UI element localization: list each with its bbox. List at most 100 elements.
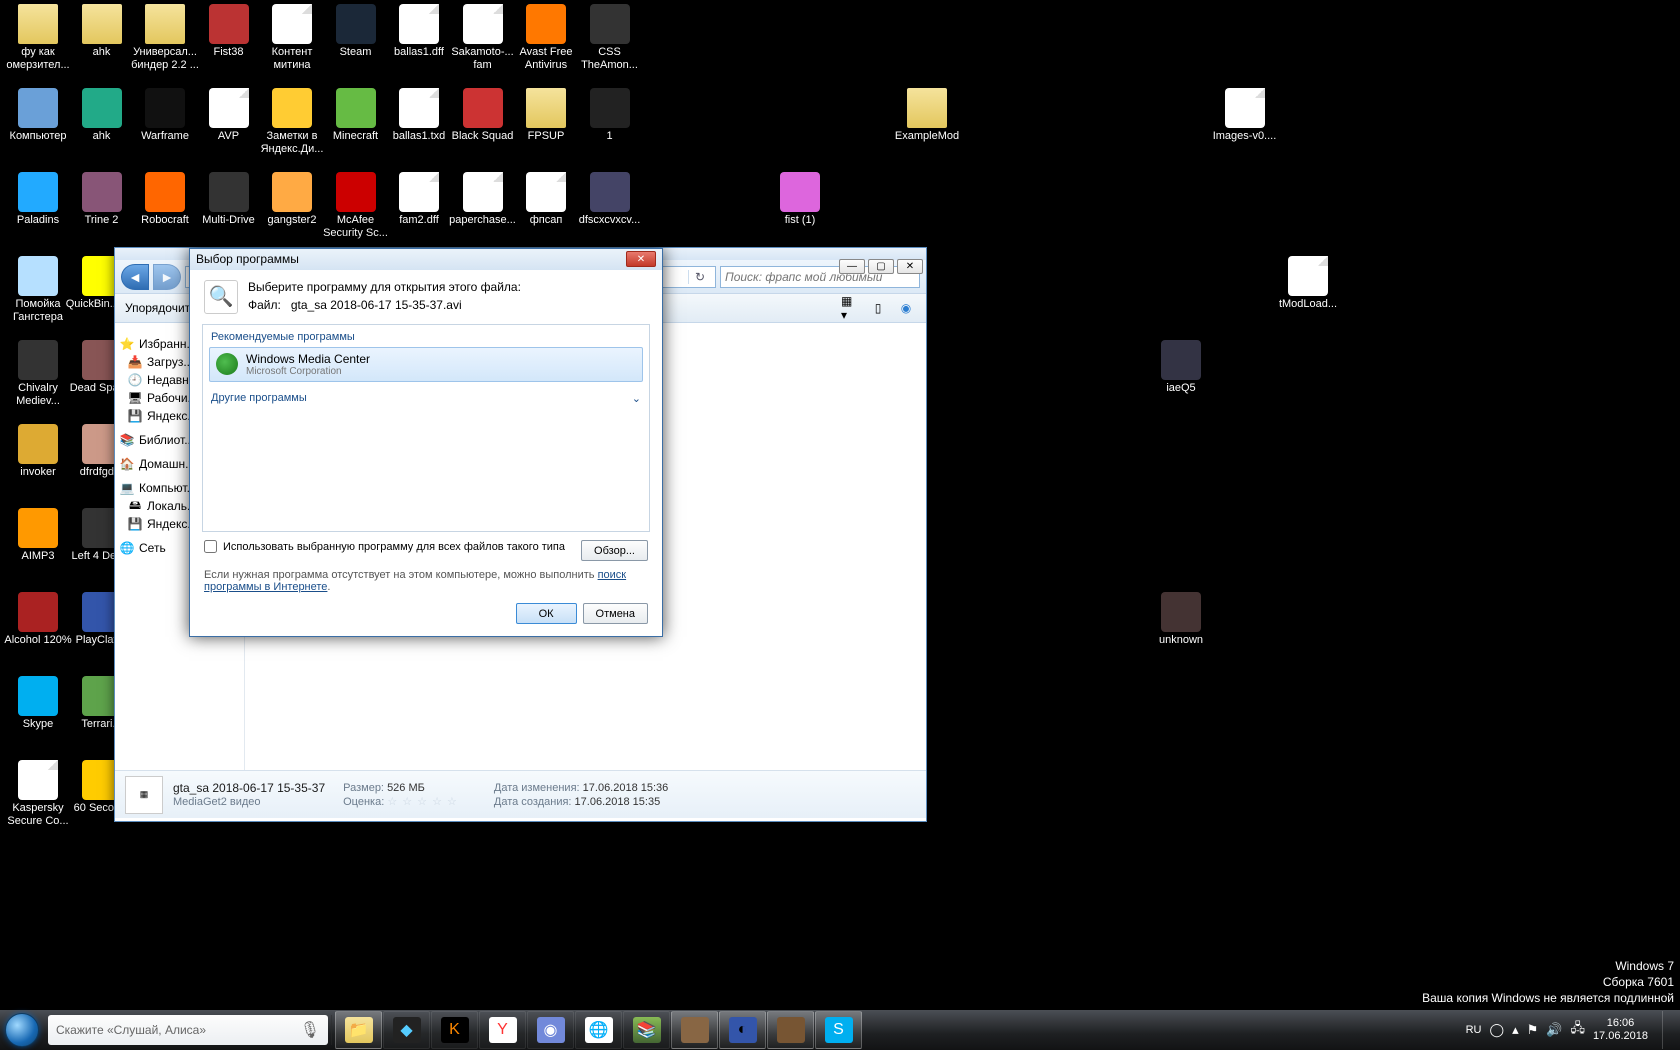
app-icon [590,172,630,212]
tray-flag-icon[interactable]: ⚑ [1527,1022,1539,1038]
desktop-icon-label: ExampleMod [890,130,964,143]
taskbar-yandex[interactable]: Y [479,1011,526,1049]
app-icon [1161,592,1201,632]
homegroup-icon: 🏠 [119,457,135,471]
taskbar-discord[interactable]: ◉ [527,1011,574,1049]
app-icon [18,676,58,716]
recent-icon: 🕘 [127,373,143,387]
app-icon [336,88,376,128]
desktop-icon-label: Images-v0.... [1208,130,1282,143]
taskbar: Скажите «Слушай, Алиса» 🎙 📁 ◆ K Y ◉ 🌐 📚 … [0,1010,1680,1050]
browse-button[interactable]: Обзор... [581,540,648,561]
app-icon [145,88,185,128]
footer-note: Если нужная программа отсутствует на это… [204,569,648,593]
taskbar-app-g2[interactable]: ◐ [719,1011,766,1049]
microphone-icon[interactable]: 🎙 [300,1020,320,1040]
app-icon [336,172,376,212]
rating-stars[interactable]: ☆ ☆ ☆ ☆ ☆ [387,796,458,808]
desktop-icon-label: dfscxcvxcv... [573,214,647,227]
desktop-icon-label: unknown [1144,634,1218,647]
program-item-wmc[interactable]: Windows Media Center Microsoft Corporati… [209,347,643,382]
show-desktop-button[interactable] [1662,1011,1674,1049]
folder-icon [145,4,185,44]
file-icon [463,4,503,44]
file-icon [463,172,503,212]
app-icon [1161,340,1201,380]
desktop-icon[interactable]: iaeQ5 [1144,340,1218,395]
dialog-titlebar[interactable]: Выбор программы ✕ [190,249,662,270]
file-name: gta_sa 2018-06-17 15-35-37 [173,781,325,795]
star-icon: ⭐ [119,337,135,351]
file-icon [18,760,58,800]
network-icon: 🌐 [119,541,135,555]
tray-steam-icon[interactable]: ◯ [1490,1022,1505,1038]
taskbar-skype[interactable]: S [815,1011,862,1049]
always-use-input[interactable] [204,540,217,553]
ok-button[interactable]: ОК [516,603,577,624]
open-with-dialog: Выбор программы ✕ 🔍 Выберите программу д… [189,248,663,637]
dialog-close-button[interactable]: ✕ [626,251,656,267]
taskbar-buttons: 📁 ◆ K Y ◉ 🌐 📚 ◐ S [335,1011,862,1049]
tray-network-icon[interactable]: 🖧 [1570,1019,1585,1041]
desktop-icon-label: iaeQ5 [1144,382,1218,395]
app-icon [18,592,58,632]
file-icon [1288,256,1328,296]
taskbar-winrar[interactable]: 📚 [623,1011,670,1049]
file-icon [272,4,312,44]
file-type: MediaGet2 видео [173,796,325,808]
desktop-icon-label: tModLoad... [1271,298,1345,311]
taskbar-explorer[interactable]: 📁 [335,1011,382,1049]
folder-icon: 📥 [127,355,143,369]
taskbar-app-k[interactable]: K [431,1011,478,1049]
taskbar-nox[interactable]: ◆ [383,1011,430,1049]
disk-icon: 💾 [127,517,143,531]
folder-icon [82,4,122,44]
desktop-icon: 🖥 [127,391,143,405]
tray-clock[interactable]: 16:06 17.06.2018 [1593,1017,1648,1043]
desktop-icon[interactable]: dfscxcvxcv... [573,172,647,227]
program-list: Рекомендуемые программы Windows Media Ce… [202,324,650,532]
file-icon [1225,88,1265,128]
nav-back-button[interactable]: ◄ [121,264,149,290]
alisa-search[interactable]: Скажите «Слушай, Алиса» 🎙 [48,1015,328,1045]
desktop-icon[interactable]: unknown [1144,592,1218,647]
file-icon [526,172,566,212]
tray-volume-icon[interactable]: 🔊 [1546,1022,1562,1038]
cancel-button[interactable]: Отмена [583,603,648,624]
maximize-button[interactable]: ▢ [868,259,894,274]
start-button[interactable] [0,1010,44,1050]
desktop-icon[interactable]: tModLoad... [1271,256,1345,311]
app-icon [526,4,566,44]
desktop-icon[interactable]: ExampleMod [890,88,964,143]
other-programs-expander[interactable]: Другие программы ⌄ [203,386,649,409]
nav-forward-button[interactable]: ► [153,264,181,290]
desktop-icon[interactable]: fist (1) [763,172,837,227]
app-icon [18,256,58,296]
computer-icon: 💻 [119,481,135,495]
refresh-icon[interactable]: ↻ [688,270,711,284]
preview-pane-button[interactable]: ▯ [868,299,888,317]
desktop-icon[interactable]: CSS TheAmon... [573,4,647,72]
folder-icon [907,88,947,128]
taskbar-app-g3[interactable] [767,1011,814,1049]
app-icon [82,88,122,128]
recommended-header: Рекомендуемые программы [203,325,649,347]
library-icon: 📚 [119,433,135,447]
always-use-checkbox[interactable]: Использовать выбранную программу для все… [204,540,565,553]
taskbar-chrome[interactable]: 🌐 [575,1011,622,1049]
app-icon [18,508,58,548]
close-button[interactable]: ✕ [897,259,923,274]
view-menu-button[interactable]: ▦ ▾ [840,299,860,317]
app-icon [18,424,58,464]
tray-chevron-icon[interactable]: ▴ [1512,1022,1519,1038]
app-icon [145,172,185,212]
desktop-icon[interactable]: Images-v0.... [1208,88,1282,143]
disk-icon: 💾 [127,409,143,423]
minimize-button[interactable]: — [839,259,865,274]
language-indicator[interactable]: RU [1466,1024,1482,1036]
taskbar-app-g1[interactable] [671,1011,718,1049]
desktop-icon[interactable]: 1 [573,88,647,143]
help-button[interactable]: ◉ [896,299,916,317]
activation-watermark: Windows 7 Сборка 7601 Ваша копия Windows… [1422,958,1674,1006]
unknown-file-icon: 🔍 [204,280,238,314]
